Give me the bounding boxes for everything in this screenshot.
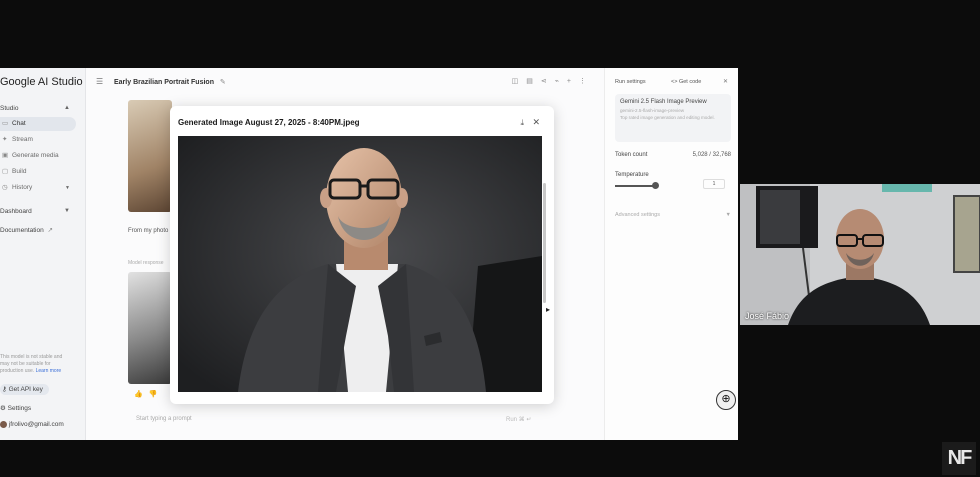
prompt-input[interactable]: Start typing a prompt bbox=[136, 416, 536, 422]
studio-label: Studio bbox=[0, 105, 19, 112]
prompt-title-text: Early Brazilian Portrait Fusion bbox=[114, 79, 214, 86]
screen-share: Google AI Studio Studio ▲ ▭ Chat ✦ Stream … bbox=[0, 68, 738, 440]
account-button[interactable]: jfrolivo@gmail.com bbox=[0, 421, 64, 428]
get-code-button[interactable]: <> Get code bbox=[671, 79, 701, 85]
token-count: Token count 5,028 / 32,768 bbox=[615, 152, 731, 158]
token-label: Token count bbox=[615, 152, 648, 158]
api-key-label: Get API key bbox=[8, 386, 43, 393]
menu-icon[interactable]: ☰ bbox=[96, 77, 103, 86]
run-button[interactable]: Run ⌘ ↵ bbox=[506, 416, 531, 423]
edit-icon[interactable]: ✎ bbox=[220, 79, 226, 86]
chevron-up-icon: ▲ bbox=[64, 105, 70, 111]
temperature-label: Temperature bbox=[615, 172, 649, 178]
user-message-text: From my photo bbox=[128, 228, 169, 234]
model-warning-note: This model is not stable and may not be … bbox=[0, 354, 72, 375]
code-icon: <> bbox=[671, 79, 678, 85]
zoom-in-icon[interactable]: ⊕ bbox=[716, 390, 736, 410]
sidebar-link-documentation[interactable]: Documentation ↗ bbox=[0, 226, 80, 234]
documentation-label: Documentation bbox=[0, 227, 44, 234]
toolbar-icons: ◫▤⋖⌁+⋮ bbox=[512, 77, 594, 85]
webcam-feed: José Fábio bbox=[740, 184, 980, 325]
download-icon[interactable]: ⤓ bbox=[520, 118, 524, 128]
run-settings-header: Run settings bbox=[615, 79, 646, 85]
chevron-down-icon: ▼ bbox=[65, 185, 70, 191]
close-icon[interactable]: ✕ bbox=[532, 117, 540, 128]
sidebar-item-label: Build bbox=[12, 168, 27, 175]
token-value: 5,028 / 32,768 bbox=[692, 152, 731, 158]
link-icon[interactable]: ⌁ bbox=[555, 78, 567, 85]
chat-icon: ▭ bbox=[2, 120, 9, 127]
settings-button[interactable]: ⚙ Settings bbox=[0, 404, 31, 412]
shortcut-icon: ⌘ ↵ bbox=[518, 417, 532, 423]
media-icon: ▣ bbox=[2, 152, 9, 159]
chevron-down-icon: ▼ bbox=[64, 208, 70, 214]
app-logo: Google AI Studio bbox=[0, 76, 83, 88]
advanced-label: Advanced settings bbox=[615, 212, 660, 218]
advanced-settings-toggle[interactable]: Advanced settings ▼ bbox=[615, 212, 731, 218]
video-frame: Google AI Studio Studio ▲ ▭ Chat ✦ Stream … bbox=[0, 0, 980, 477]
sidebar-item-generate-media[interactable]: ▣ Generate media bbox=[0, 149, 76, 163]
key-icon: ⚷ bbox=[2, 386, 7, 393]
sidebar-item-label: Stream bbox=[12, 136, 33, 143]
sidebar-section-dashboard[interactable]: Dashboard ▼ bbox=[0, 208, 80, 215]
mouse-cursor-icon: ▸ bbox=[546, 305, 551, 314]
sidebar-item-label: History bbox=[12, 184, 33, 191]
dialog-scrollbar[interactable] bbox=[543, 183, 546, 303]
close-icon[interactable]: ✕ bbox=[723, 78, 728, 85]
temperature-input[interactable]: 1 bbox=[703, 179, 725, 189]
avatar bbox=[0, 421, 7, 428]
model-response-label: Model response bbox=[128, 260, 164, 266]
build-icon: ▢ bbox=[2, 168, 9, 175]
compare-icon[interactable]: ◫ bbox=[512, 78, 527, 85]
sidebar-item-chat[interactable]: ▭ Chat bbox=[0, 117, 76, 131]
more-icon[interactable]: ⋮ bbox=[579, 78, 594, 85]
run-label: Run bbox=[506, 417, 518, 423]
sidebar-item-label: Generate media bbox=[12, 152, 59, 159]
prompt-title[interactable]: Early Brazilian Portrait Fusion ✎ bbox=[114, 78, 226, 86]
sidebar-item-build[interactable]: ▢ Build bbox=[0, 165, 76, 179]
settings-label: Settings bbox=[7, 405, 32, 412]
account-email: jfrolivo@gmail.com bbox=[8, 421, 64, 429]
get-code-label: Get code bbox=[678, 79, 702, 85]
generated-image-thumbnail[interactable] bbox=[128, 272, 172, 384]
share-icon[interactable]: ⋖ bbox=[541, 78, 555, 85]
model-name: Gemini 2.5 Flash Image Preview bbox=[620, 99, 707, 105]
gear-icon: ⚙ bbox=[0, 405, 6, 412]
temperature-slider[interactable] bbox=[615, 185, 655, 187]
external-link-icon: ↗ bbox=[47, 227, 53, 234]
participant-name: José Fábio bbox=[745, 311, 790, 321]
thumbs-up-icon[interactable]: 👍 bbox=[134, 391, 149, 398]
sidebar-item-label: Chat bbox=[12, 120, 26, 127]
add-icon[interactable]: + bbox=[567, 78, 579, 85]
history-icon: ◷ bbox=[2, 184, 8, 191]
generated-portrait-image bbox=[178, 136, 542, 392]
model-selector[interactable]: Gemini 2.5 Flash Image Preview gemini-2.… bbox=[615, 94, 731, 142]
image-preview-dialog: Generated Image August 27, 2025 - 8:40PM… bbox=[170, 106, 554, 404]
model-description: Top rated image generation and editing m… bbox=[620, 114, 715, 120]
uploaded-photo-thumbnail[interactable] bbox=[128, 100, 172, 212]
dialog-title: Generated Image August 27, 2025 - 8:40PM… bbox=[178, 118, 360, 127]
get-api-key-button[interactable]: ⚷ Get API key bbox=[0, 384, 49, 395]
sidebar: Google AI Studio Studio ▲ ▭ Chat ✦ Stream … bbox=[0, 68, 86, 440]
sidebar-section-studio[interactable]: Studio ▲ bbox=[0, 105, 80, 112]
learn-more-link[interactable]: Learn more bbox=[36, 368, 62, 374]
chevron-down-icon: ▼ bbox=[725, 212, 731, 218]
webcam-drawing bbox=[740, 184, 980, 325]
save-icon[interactable]: ▤ bbox=[526, 78, 541, 85]
thumbs-down-icon[interactable]: 👎 bbox=[149, 391, 164, 398]
feedback-icons: 👍👎 bbox=[134, 390, 163, 398]
sidebar-item-history[interactable]: ◷ History ▼ bbox=[0, 181, 76, 195]
temperature-slider-handle[interactable] bbox=[652, 182, 659, 189]
sidebar-item-stream[interactable]: ✦ Stream bbox=[0, 133, 76, 147]
dashboard-label: Dashboard bbox=[0, 208, 32, 215]
stream-icon: ✦ bbox=[2, 136, 8, 143]
channel-logo: NF bbox=[942, 442, 976, 475]
run-settings-panel: Run settings <> Get code ✕ Gemini 2.5 Fl… bbox=[604, 68, 738, 440]
portrait-drawing bbox=[178, 136, 542, 392]
